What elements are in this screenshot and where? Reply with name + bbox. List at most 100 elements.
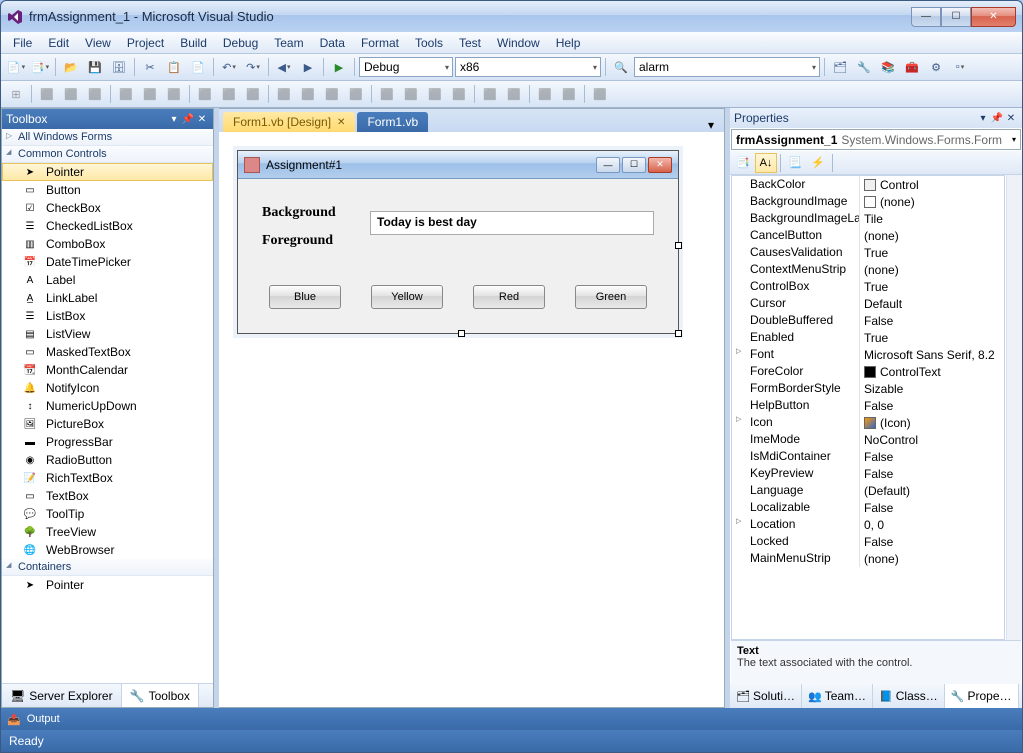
close-panel-icon[interactable]: ✕ <box>195 114 209 125</box>
footer-tab-class[interactable]: 📘 Class… <box>873 684 945 708</box>
prop-row-mainmenustrip[interactable]: MainMenuStrip(none) <box>732 550 1004 567</box>
resize-handle-s[interactable] <box>458 330 465 337</box>
resize-handle-se[interactable] <box>675 330 682 337</box>
toolbox-item-treeview[interactable]: 🌳TreeView <box>2 523 213 541</box>
redo-button[interactable]: ↷ <box>242 56 264 78</box>
toolbox-item-webbrowser[interactable]: 🌐WebBrowser <box>2 541 213 559</box>
menu-help[interactable]: Help <box>548 33 589 53</box>
prop-row-helpbutton[interactable]: HelpButtonFalse <box>732 397 1004 414</box>
properties-scrollbar[interactable] <box>1006 175 1022 640</box>
prop-row-causesvalidation[interactable]: CausesValidationTrue <box>732 244 1004 261</box>
find-in-files-button[interactable]: 🔍 <box>610 56 632 78</box>
toolbox-button[interactable]: 🧰 <box>901 56 923 78</box>
toolbox-item-maskedtextbox[interactable]: ▭MaskedTextBox <box>2 343 213 361</box>
textbox-main[interactable]: Today is best day <box>370 211 654 235</box>
prop-row-font[interactable]: FontMicrosoft Sans Serif, 8.2 <box>732 346 1004 363</box>
menu-file[interactable]: File <box>5 33 40 53</box>
prop-row-imemode[interactable]: ImeModeNoControl <box>732 431 1004 448</box>
object-browser-button[interactable]: 📚 <box>877 56 899 78</box>
label-foreground[interactable]: Foreground <box>262 233 370 249</box>
menu-view[interactable]: View <box>77 33 119 53</box>
add-item-button[interactable]: 📑 <box>29 56 51 78</box>
toolbox-item-listbox[interactable]: ☰ListBox <box>2 307 213 325</box>
form-window[interactable]: Assignment#1 — ☐ ✕ Background Today is b… <box>237 150 679 334</box>
toolbox-item-pointer[interactable]: ➤Pointer <box>2 163 213 181</box>
maximize-button[interactable]: ☐ <box>941 7 971 27</box>
menu-build[interactable]: Build <box>172 33 215 53</box>
config-combo[interactable]: Debug <box>359 57 453 77</box>
properties-object-combo[interactable]: frmAssignment_1System.Windows.Forms.Form <box>731 129 1021 150</box>
solution-explorer-button[interactable]: 🗂 <box>829 56 851 78</box>
dropdown-icon[interactable]: ▾ <box>167 114 181 125</box>
toolbox-group-common[interactable]: Common Controls <box>2 146 213 163</box>
toolbox-item-tooltip[interactable]: 💬ToolTip <box>2 505 213 523</box>
menu-window[interactable]: Window <box>489 33 548 53</box>
minimize-button[interactable]: — <box>911 7 941 27</box>
save-button[interactable]: 💾 <box>84 56 106 78</box>
menu-tools[interactable]: Tools <box>407 33 451 53</box>
platform-combo[interactable]: x86 <box>455 57 601 77</box>
titlebar[interactable]: frmAssignment_1 - Microsoft Visual Studi… <box>1 1 1022 32</box>
start-button[interactable]: ▶ <box>328 56 350 78</box>
toolbox-item-checkedlistbox[interactable]: ☰CheckedListBox <box>2 217 213 235</box>
toolbox-item-datetimepicker[interactable]: 📅DateTimePicker <box>2 253 213 271</box>
prop-row-location[interactable]: Location0, 0 <box>732 516 1004 533</box>
toolbox-item-button[interactable]: ▭Button <box>2 181 213 199</box>
pin-icon[interactable]: 📌 <box>181 114 195 125</box>
open-button[interactable]: 📂 <box>60 56 82 78</box>
designer-surface[interactable]: Assignment#1 — ☐ ✕ Background Today is b… <box>219 132 724 707</box>
button-blue[interactable]: Blue <box>269 285 341 309</box>
save-all-button[interactable]: 🗄 <box>108 56 130 78</box>
prop-row-cursor[interactable]: CursorDefault <box>732 295 1004 312</box>
menu-test[interactable]: Test <box>451 33 489 53</box>
toolbox-item-checkbox[interactable]: ☑CheckBox <box>2 199 213 217</box>
toolbox-item-monthcalendar[interactable]: 📆MonthCalendar <box>2 361 213 379</box>
menu-team[interactable]: Team <box>266 33 311 53</box>
prop-row-controlbox[interactable]: ControlBoxTrue <box>732 278 1004 295</box>
label-background[interactable]: Background <box>262 205 370 221</box>
prop-row-language[interactable]: Language(Default) <box>732 482 1004 499</box>
toolbox-item-linklabel[interactable]: A̲LinkLabel <box>2 289 213 307</box>
properties-grid[interactable]: BackColorControlBackgroundImage(none)Bac… <box>731 175 1005 640</box>
toolbox-item-richtextbox[interactable]: 📝RichTextBox <box>2 469 213 487</box>
toolbox-item-progressbar[interactable]: ▬ProgressBar <box>2 433 213 451</box>
button-green[interactable]: Green <box>575 285 647 309</box>
nav-fwd-button[interactable]: ▶ <box>297 56 319 78</box>
dropdown-icon[interactable]: ▾ <box>976 113 990 124</box>
prop-row-contextmenustrip[interactable]: ContextMenuStrip(none) <box>732 261 1004 278</box>
extensions-button[interactable]: ▫ <box>949 56 971 78</box>
close-button[interactable]: ✕ <box>971 7 1016 27</box>
menu-format[interactable]: Format <box>353 33 407 53</box>
prop-row-localizable[interactable]: LocalizableFalse <box>732 499 1004 516</box>
toolbox-item-textbox[interactable]: ▭TextBox <box>2 487 213 505</box>
tab-code[interactable]: Form1.vb <box>357 112 428 132</box>
button-yellow[interactable]: Yellow <box>371 285 443 309</box>
categorized-button[interactable]: 📑 <box>732 153 754 173</box>
alphabetical-button[interactable]: A↓ <box>755 153 777 173</box>
footer-tab-solution[interactable]: 🗂 Soluti… <box>730 684 802 708</box>
events-button[interactable]: ⚡ <box>807 153 829 173</box>
toolbox-group-containers[interactable]: Containers <box>2 559 213 576</box>
tab-dropdown-icon[interactable]: ▾ <box>702 118 720 132</box>
nav-back-button[interactable]: ◀ <box>273 56 295 78</box>
prop-row-icon[interactable]: Icon(Icon) <box>732 414 1004 431</box>
prop-row-backgroundimage[interactable]: BackgroundImage(none) <box>732 193 1004 210</box>
toolbox-item-notifyicon[interactable]: 🔔NotifyIcon <box>2 379 213 397</box>
menu-debug[interactable]: Debug <box>215 33 266 53</box>
cut-button[interactable]: ✂ <box>139 56 161 78</box>
properties-button[interactable]: 📃 <box>784 153 806 173</box>
toolbox-item-pointer2[interactable]: ➤Pointer <box>2 576 213 594</box>
pin-icon[interactable]: 📌 <box>990 113 1004 124</box>
tab-close-icon[interactable]: ✕ <box>337 117 345 128</box>
prop-row-enabled[interactable]: EnabledTrue <box>732 329 1004 346</box>
menu-edit[interactable]: Edit <box>40 33 77 53</box>
properties-header[interactable]: Properties ▾ 📌 ✕ <box>730 108 1022 128</box>
prop-row-backgroundimagela[interactable]: BackgroundImageLaTile <box>732 210 1004 227</box>
resize-handle-e[interactable] <box>675 242 682 249</box>
toolbox-item-numericupdown[interactable]: ↕NumericUpDown <box>2 397 213 415</box>
prop-row-doublebuffered[interactable]: DoubleBufferedFalse <box>732 312 1004 329</box>
menu-project[interactable]: Project <box>119 33 172 53</box>
prop-row-keypreview[interactable]: KeyPreviewFalse <box>732 465 1004 482</box>
undo-button[interactable]: ↶ <box>218 56 240 78</box>
toolbox-item-radiobutton[interactable]: ◉RadioButton <box>2 451 213 469</box>
